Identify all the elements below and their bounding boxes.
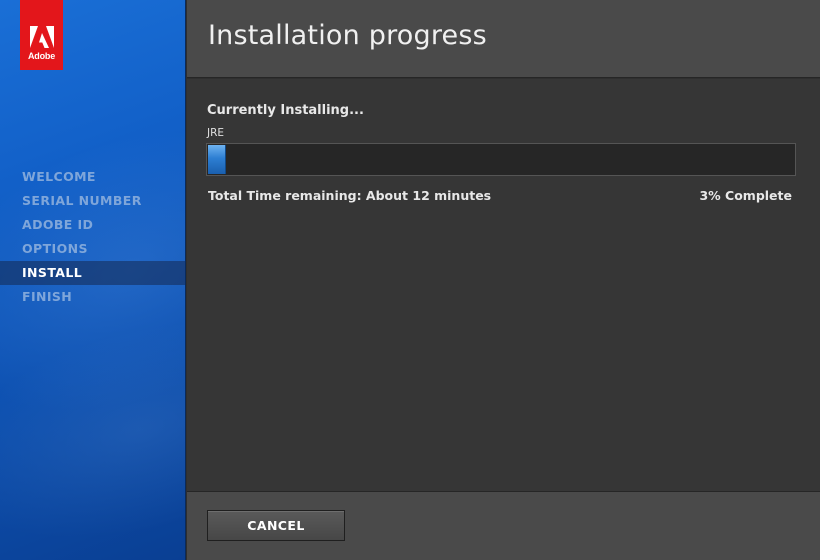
time-remaining: Total Time remaining: About 12 minutes (208, 188, 492, 203)
steps-list: WELCOME SERIAL NUMBER ADOBE ID OPTIONS I… (0, 165, 185, 309)
step-welcome: WELCOME (22, 169, 96, 184)
step-serial-number: SERIAL NUMBER (22, 193, 142, 208)
percent-complete: 3% Complete (699, 188, 792, 203)
current-component: JRE (207, 127, 225, 139)
logo-text: Adobe (28, 51, 55, 61)
status-title: Currently Installing... (207, 103, 364, 118)
page-title: Installation progress (208, 20, 487, 51)
progress-bar (206, 143, 796, 176)
step-finish: FINISH (22, 289, 73, 304)
progress-fill (208, 145, 226, 174)
header: Installation progress (187, 0, 820, 78)
adobe-logo: Adobe (20, 0, 63, 70)
sidebar: Adobe WELCOME SERIAL NUMBER ADOBE ID OPT… (0, 0, 186, 560)
adobe-logo-icon (29, 26, 54, 48)
main-panel: Currently Installing... JRE Total Time r… (187, 79, 820, 491)
footer: CANCEL (187, 491, 820, 560)
step-adobe-id: ADOBE ID (22, 217, 94, 232)
step-install: INSTALL (0, 261, 185, 285)
step-options: OPTIONS (22, 241, 88, 256)
cancel-button[interactable]: CANCEL (207, 510, 345, 541)
